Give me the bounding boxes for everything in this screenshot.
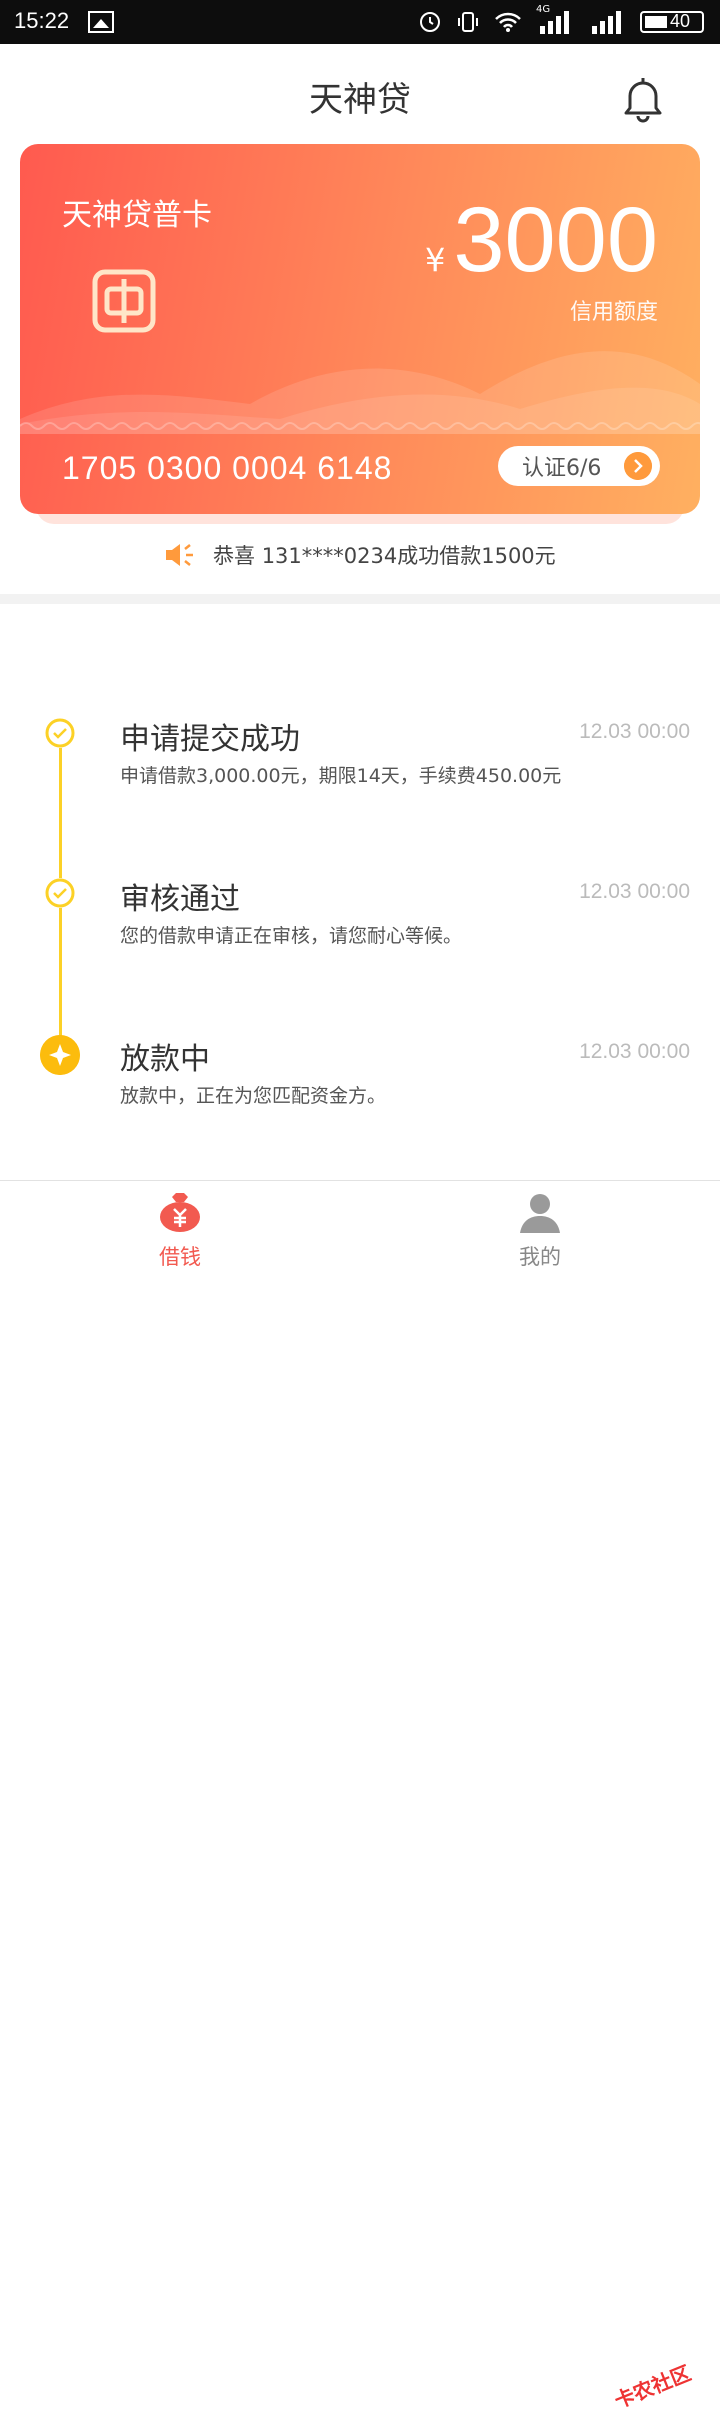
tab-borrow-label: 借钱 (159, 1245, 201, 1269)
timeline-title: 申请提交成功 (120, 722, 300, 757)
status-bar: 15:22 4G 40 (0, 0, 720, 44)
status-time: 15:22 (14, 8, 70, 33)
speaker-icon (166, 544, 194, 566)
timeline-time: 12.03 00:00 (579, 880, 690, 903)
timeline-item: 放款中 12.03 00:00 放款中，正在为您匹配资金方。 (0, 1020, 720, 1140)
timeline-item: 审核通过 12.03 00:00 您的借款申请正在审核，请您耐心等候。 (0, 860, 720, 980)
tab-borrow[interactable]: 借钱 (120, 1191, 240, 1271)
currency-symbol: ¥ (424, 241, 446, 279)
wifi-icon (495, 12, 521, 32)
money-bag-icon (160, 1193, 200, 1232)
credit-amount: ¥ 3000 (425, 194, 658, 286)
check-circle-icon (45, 718, 75, 748)
announcement-bar: 恭喜 131****0234成功借款1500元 (0, 540, 720, 570)
app-header: 天神贷 (0, 44, 720, 144)
tab-mine[interactable]: 我的 (480, 1191, 600, 1271)
verify-button[interactable]: 认证6/6 (498, 446, 660, 486)
gallery-icon (88, 11, 114, 33)
timeline-time: 12.03 00:00 (579, 1040, 690, 1063)
timeline-item: 申请提交成功 12.03 00:00 申请借款3,000.00元，期限14天，手… (0, 700, 720, 820)
timeline-title: 放款中 (120, 1042, 210, 1077)
card-wave-decoration (20, 351, 700, 434)
alarm-icon (420, 12, 440, 32)
timeline-desc: 放款中，正在为您匹配资金方。 (120, 1085, 387, 1107)
timeline-title: 审核通过 (120, 882, 240, 917)
signal-icon (592, 11, 621, 34)
chevron-right-icon (624, 452, 652, 480)
battery-level: 40 (670, 11, 691, 31)
in-progress-icon (40, 1035, 80, 1075)
credit-card[interactable]: 天神贷普卡 ¥ 3000 信用额度 1705 0300 0004 6148 认证… (20, 144, 700, 514)
timeline-time: 12.03 00:00 (579, 720, 690, 743)
verify-label: 认证6/6 (522, 456, 602, 481)
tab-mine-label: 我的 (519, 1245, 561, 1269)
battery-icon: 40 (640, 11, 704, 33)
card-number: 1705 0300 0004 6148 (62, 450, 393, 486)
timeline-desc: 申请借款3,000.00元，期限14天，手续费450.00元 (120, 765, 562, 787)
signal-4g-icon: 4G (536, 4, 574, 34)
watermark-logo: 卡农社区 (610, 2360, 695, 2414)
user-icon (520, 1194, 560, 1233)
page-title: 天神贷 (309, 80, 411, 120)
check-circle-icon (45, 878, 75, 908)
network-label: 4G (536, 4, 551, 15)
credit-amount-value: 3000 (453, 189, 658, 291)
timeline-desc: 您的借款申请正在审核，请您耐心等候。 (120, 925, 463, 947)
announcement-text: 恭喜 131****0234成功借款1500元 (213, 544, 556, 568)
bottom-tab-bar: 借钱 我的 卡农社区 (0, 1180, 720, 2413)
credit-limit-label: 信用额度 (569, 300, 658, 325)
section-divider (0, 594, 720, 604)
vibrate-icon (458, 12, 478, 32)
card-name: 天神贷普卡 (62, 198, 212, 233)
bell-icon[interactable] (620, 74, 666, 124)
